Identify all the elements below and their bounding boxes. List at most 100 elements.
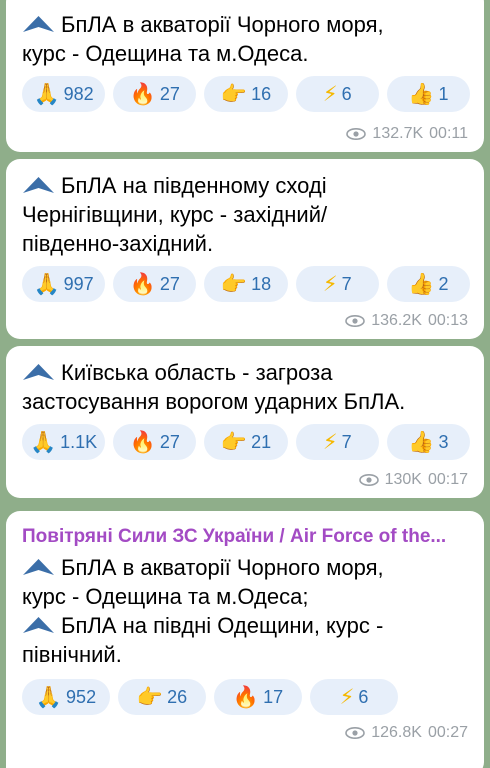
reaction-chip[interactable]: 👍 3 xyxy=(386,424,471,460)
message-meta: 130K 00:17 xyxy=(358,471,468,489)
reaction-count: 6 xyxy=(358,686,369,707)
reaction-count: 1 xyxy=(438,83,449,104)
fire-icon: 🔥 xyxy=(232,685,260,709)
reaction-chip[interactable]: 🙏 982 xyxy=(22,76,106,112)
pointing-hand-icon: 👉 xyxy=(220,430,248,454)
reaction-chip[interactable]: 👍 2 xyxy=(386,266,471,302)
reaction-count: 2 xyxy=(438,273,449,294)
reaction-count: 27 xyxy=(159,273,180,294)
view-count: 130K xyxy=(384,471,422,488)
reactions-row: 🙏 1.1K 🔥 27 👉 21 ⚡ 7 👍 3 xyxy=(22,424,471,460)
message-feed[interactable]: БпЛА в акваторії Чорного моря, курс - Од… xyxy=(0,0,490,768)
reaction-chip[interactable]: 🙏 952 xyxy=(22,679,110,715)
reaction-count: 27 xyxy=(159,431,180,452)
lightning-icon: ⚡ xyxy=(322,82,338,106)
lightning-icon: ⚡ xyxy=(322,272,338,296)
thumbs-up-icon: 👍 xyxy=(408,430,435,454)
thumbs-up-icon: 👍 xyxy=(408,82,435,106)
reaction-count: 18 xyxy=(251,273,272,294)
message-line: Чернігівщини, курс - західний/ xyxy=(22,202,328,227)
message-line: БпЛА на південному сході xyxy=(22,171,470,200)
reaction-chip[interactable]: 👉 21 xyxy=(204,424,288,460)
reaction-chip[interactable]: 🔥 17 xyxy=(214,679,302,715)
reaction-chip[interactable]: 👉 26 xyxy=(118,679,206,715)
message-line: застосування ворогом ударних БпЛА. xyxy=(22,389,406,414)
reaction-chip[interactable]: 👍 1 xyxy=(386,76,471,112)
reaction-count: 6 xyxy=(341,83,352,104)
message-line: курс - Одещина та м.Одеса; xyxy=(22,584,309,609)
message-time: 00:11 xyxy=(429,125,468,142)
drone-icon xyxy=(23,177,54,193)
reaction-chip[interactable]: ⚡ 7 xyxy=(295,424,379,460)
reaction-count: 21 xyxy=(251,431,272,452)
message-bubble[interactable]: БпЛА на південному сході Чернігівщини, к… xyxy=(6,159,484,339)
message-line: БпЛА на півдні Одещини, курс - xyxy=(22,611,470,640)
reactions-row: 🙏 997 🔥 27 👉 18 ⚡ 7 👍 2 xyxy=(22,266,471,302)
message-meta: 136.2K 00:13 xyxy=(345,312,468,330)
reaction-chip[interactable]: 👉 18 xyxy=(204,266,288,302)
fire-icon: 🔥 xyxy=(129,430,156,454)
reaction-count: 27 xyxy=(159,83,180,104)
reaction-chip[interactable]: 🔥 27 xyxy=(113,266,197,302)
drone-icon xyxy=(23,617,54,633)
reactions-row: 🙏 952 👉 26 🔥 17 ⚡ 6 xyxy=(22,679,470,715)
views-eye-icon xyxy=(345,727,366,739)
praying-hands-icon: 🙏 xyxy=(33,82,60,106)
sender-name[interactable]: Повітряні Сили ЗС України / Air Force of… xyxy=(22,525,482,549)
praying-hands-icon: 🙏 xyxy=(35,685,63,709)
message-time: 00:17 xyxy=(427,471,468,488)
message-line: курс - Одещина та м.Одеса. xyxy=(22,41,309,66)
pointing-hand-icon: 👉 xyxy=(220,272,248,296)
reactions-row: 🙏 982 🔥 27 👉 16 ⚡ 6 👍 1 xyxy=(22,76,471,112)
reaction-count: 17 xyxy=(263,686,284,707)
message-time: 00:13 xyxy=(427,312,468,329)
reaction-chip[interactable]: 🙏 1.1K xyxy=(22,424,106,460)
reaction-count: 16 xyxy=(251,83,272,104)
message-line: Київська область - загроза xyxy=(22,358,470,387)
thumbs-up-icon: 👍 xyxy=(408,272,435,296)
views-eye-icon xyxy=(346,128,367,140)
message-line: південно-західний. xyxy=(22,231,214,256)
reaction-chip[interactable]: 👉 16 xyxy=(204,76,288,112)
message-meta: 126.8K 00:27 xyxy=(345,724,468,742)
message-time: 00:27 xyxy=(427,724,468,741)
praying-hands-icon: 🙏 xyxy=(30,430,57,454)
message-bubble[interactable]: БпЛА в акваторії Чорного моря, курс - Од… xyxy=(6,0,484,152)
message-meta: 132.7K 00:11 xyxy=(346,125,468,143)
praying-hands-icon: 🙏 xyxy=(33,272,60,296)
pointing-hand-icon: 👉 xyxy=(220,82,248,106)
views-eye-icon xyxy=(358,474,379,486)
message-line: північний. xyxy=(22,642,122,667)
reaction-count: 7 xyxy=(341,431,352,452)
message-bubble[interactable]: Повітряні Сили ЗС України / Air Force of… xyxy=(0,511,484,768)
reaction-count: 7 xyxy=(341,273,352,294)
view-count: 136.2K xyxy=(371,312,422,329)
lightning-icon: ⚡ xyxy=(322,430,338,454)
reaction-chip[interactable]: 🔥 27 xyxy=(113,76,197,112)
message-bubble[interactable]: Київська область - загроза застосування … xyxy=(6,346,484,498)
fire-icon: 🔥 xyxy=(129,82,156,106)
reaction-chip[interactable]: ⚡ 6 xyxy=(295,76,379,112)
drone-icon xyxy=(23,16,54,32)
reaction-count: 3 xyxy=(438,431,449,452)
views-eye-icon xyxy=(345,315,366,327)
reaction-count: 26 xyxy=(167,686,188,707)
bubble-tail xyxy=(0,762,14,768)
reaction-chip[interactable]: ⚡ 7 xyxy=(295,266,379,302)
reaction-count: 952 xyxy=(66,686,97,707)
reaction-chip[interactable]: 🙏 997 xyxy=(22,266,106,302)
lightning-icon: ⚡ xyxy=(339,685,355,709)
fire-icon: 🔥 xyxy=(129,272,156,296)
message-line: БпЛА в акваторії Чорного моря, xyxy=(22,10,470,39)
pointing-hand-icon: 👉 xyxy=(136,685,164,709)
drone-icon xyxy=(23,559,54,575)
reaction-chip[interactable]: ⚡ 6 xyxy=(310,679,398,715)
reaction-count: 1.1K xyxy=(60,431,98,452)
view-count: 126.8K xyxy=(371,724,422,741)
message-line: БпЛА в акваторії Чорного моря, xyxy=(22,553,470,582)
reaction-count: 982 xyxy=(63,83,94,104)
drone-icon xyxy=(23,364,54,380)
reaction-chip[interactable]: 🔥 27 xyxy=(113,424,197,460)
reaction-count: 997 xyxy=(63,273,94,294)
view-count: 132.7K xyxy=(372,125,424,142)
